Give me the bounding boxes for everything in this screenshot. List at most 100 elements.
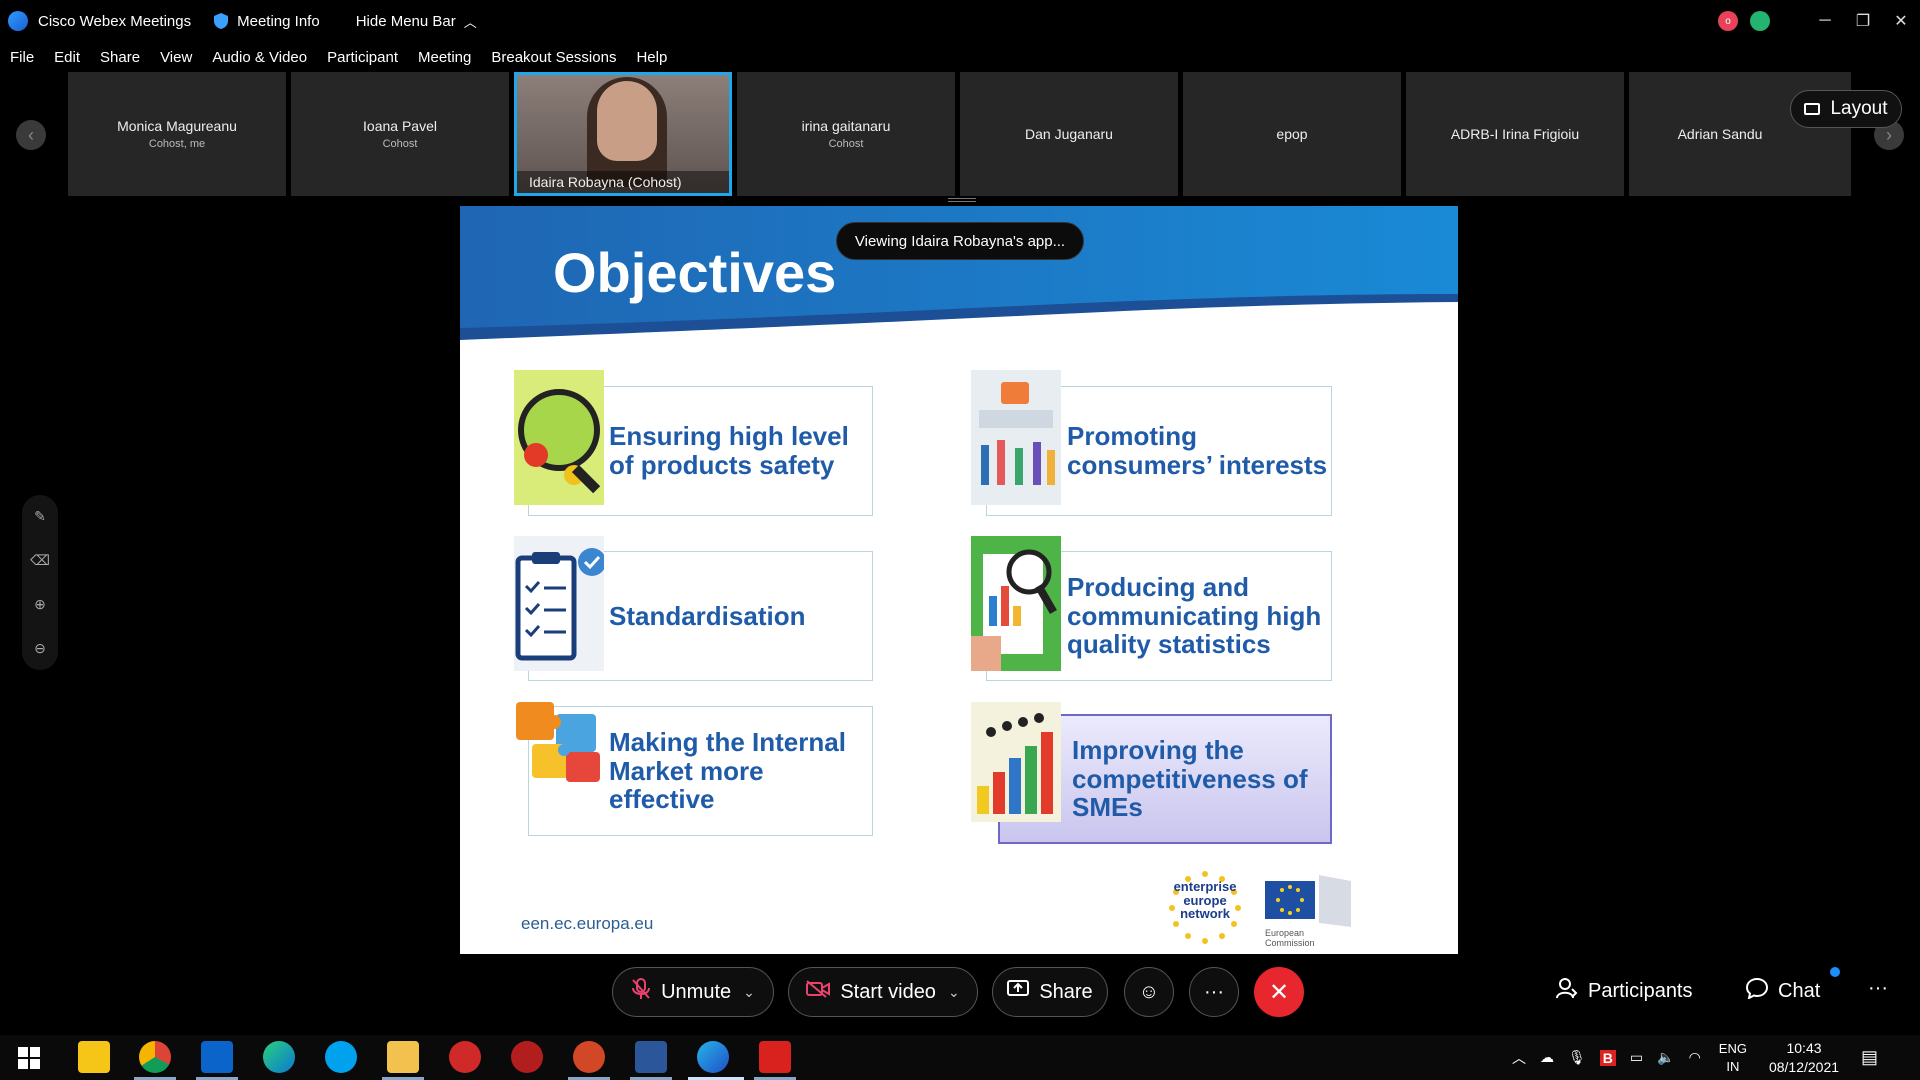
chevron-down-icon[interactable]: ⌄ xyxy=(948,984,960,1001)
participant-tile[interactable]: ADRB-I Irina Frigioiu xyxy=(1406,72,1624,196)
start-video-label: Start video xyxy=(840,980,936,1003)
webex-taskbar-icon[interactable] xyxy=(697,1041,729,1073)
close-icon[interactable]: ✕ xyxy=(1882,0,1920,42)
zoom-out-icon[interactable]: ⊖ xyxy=(34,640,46,657)
restore-icon[interactable]: ❐ xyxy=(1844,0,1882,42)
language-indicator[interactable]: ENG IN xyxy=(1719,1040,1747,1075)
battery-icon[interactable]: ▭ xyxy=(1630,1049,1643,1066)
consumers-shopping-image xyxy=(971,370,1061,505)
resize-handle[interactable] xyxy=(948,198,976,202)
leave-meeting-button[interactable]: ✕ xyxy=(1254,967,1304,1017)
eraser-icon[interactable]: ⌫ xyxy=(30,552,50,569)
region-code: IN xyxy=(1726,1058,1740,1074)
network-health-icon[interactable] xyxy=(1750,11,1770,31)
chevron-down-icon[interactable]: ⌄ xyxy=(743,984,755,1001)
participant-name: Idaira Robayna (Cohost) xyxy=(517,171,729,193)
unmute-label: Unmute xyxy=(661,980,732,1003)
participant-tile[interactable]: irina gaitanaru Cohost xyxy=(737,72,955,196)
more-dots-icon: ··· xyxy=(1868,977,1888,999)
onedrive-cloud-icon[interactable]: ☁ xyxy=(1540,1049,1554,1066)
panel-overflow-button[interactable]: ··· xyxy=(1868,977,1888,1000)
chat-bubble-icon xyxy=(1745,977,1769,1005)
sharing-status-toast: Viewing Idaira Robayna's app... xyxy=(836,222,1084,260)
start-video-button[interactable]: Start video ⌄ xyxy=(788,967,978,1017)
menu-audio-video[interactable]: Audio & Video xyxy=(212,49,307,66)
app-tray-icon[interactable]: B xyxy=(1599,1049,1616,1066)
powerpoint-icon[interactable] xyxy=(573,1041,605,1073)
menu-file[interactable]: File xyxy=(10,49,34,66)
unmute-button[interactable]: Unmute ⌄ xyxy=(612,967,774,1017)
participant-tile[interactable]: Monica Magureanu Cohost, me xyxy=(68,72,286,196)
een-logo: enterprise europe network xyxy=(1160,866,1250,946)
menu-edit[interactable]: Edit xyxy=(54,49,80,66)
word-icon[interactable] xyxy=(635,1041,667,1073)
shield-icon xyxy=(214,13,229,29)
layout-label: Layout xyxy=(1830,98,1888,119)
layout-button[interactable]: Layout xyxy=(1790,90,1902,128)
acrobat-icon[interactable] xyxy=(759,1041,791,1073)
participant-name: irina gaitanaru xyxy=(801,118,891,134)
menu-help[interactable]: Help xyxy=(636,49,667,66)
more-dots-icon: ··· xyxy=(1204,980,1224,1003)
video-feed-face xyxy=(597,81,657,161)
objective-text: Producing and communicating high quality… xyxy=(1067,572,1322,660)
chat-panel-button[interactable]: Chat xyxy=(1745,967,1840,1005)
menu-breakout-sessions[interactable]: Breakout Sessions xyxy=(491,49,616,66)
statistics-magnifier-image xyxy=(971,536,1061,671)
mic-muted-icon xyxy=(631,978,651,1006)
menu-view[interactable]: View xyxy=(160,49,192,66)
participant-tile[interactable]: Ioana Pavel Cohost xyxy=(291,72,509,196)
objective-text: Improving the competitiveness of SMEs xyxy=(1072,735,1308,823)
minimize-icon[interactable]: ─ xyxy=(1806,0,1844,42)
chrome-icon[interactable] xyxy=(139,1041,171,1073)
zoom-in-icon[interactable]: ⊕ xyxy=(34,596,46,613)
security-app-icon[interactable] xyxy=(511,1041,543,1073)
hide-menu-bar-button[interactable]: Hide Menu Bar ︿ xyxy=(356,12,477,31)
notification-center-icon[interactable]: ▤ xyxy=(1861,1047,1878,1068)
app-title: Cisco Webex Meetings xyxy=(8,11,191,31)
menu-participant[interactable]: Participant xyxy=(327,49,398,66)
participants-panel-button[interactable]: Participants xyxy=(1556,977,1693,1005)
eu-flag-icon xyxy=(1265,875,1351,927)
chevron-left-icon[interactable]: ‹ xyxy=(16,120,46,150)
active-speaker-tile[interactable]: Idaira Robayna (Cohost) xyxy=(514,72,732,196)
more-options-button[interactable]: ··· xyxy=(1189,967,1239,1017)
shared-slide: Objectives Ensuring high level of produc… xyxy=(460,206,1458,954)
sticky-notes-icon[interactable] xyxy=(78,1041,110,1073)
speaker-icon[interactable]: 🔈 xyxy=(1657,1049,1674,1066)
menu-share[interactable]: Share xyxy=(100,49,140,66)
edge-icon[interactable] xyxy=(263,1041,295,1073)
participants-icon xyxy=(1556,977,1578,1005)
share-label: Share xyxy=(1039,980,1093,1003)
objective-text: Making the Internal Market more effectiv… xyxy=(609,727,846,815)
annotate-pen-icon[interactable]: ✎ xyxy=(34,508,46,525)
recording-icon[interactable]: o xyxy=(1718,11,1738,31)
clock[interactable]: 10:43 08/12/2021 xyxy=(1769,1039,1839,1077)
app-title-text: Cisco Webex Meetings xyxy=(38,12,192,30)
microphone-icon[interactable]: 🎙 xyxy=(1568,1049,1586,1066)
emoji-reaction-icon: ☺ xyxy=(1138,980,1160,1003)
participant-role: Cohost xyxy=(828,138,864,150)
windows-start-icon[interactable] xyxy=(18,1047,40,1069)
magnifier-fruit-image xyxy=(514,370,604,505)
annotation-toolbar: ✎ ⌫ ⊕ ⊖ xyxy=(22,495,58,670)
file-explorer-icon[interactable] xyxy=(387,1041,419,1073)
objective-text: Ensuring high level of products safety xyxy=(609,421,849,480)
clipboard-checklist-image xyxy=(514,536,604,671)
language-code: ENG xyxy=(1718,1040,1747,1056)
participant-name: Ioana Pavel xyxy=(363,118,437,134)
meeting-controls: Unmute ⌄ Start video ⌄ Share ☺ ··· ✕ Par… xyxy=(0,955,1920,1035)
menu-meeting[interactable]: Meeting xyxy=(418,49,471,66)
participant-tile[interactable]: Dan Juganaru xyxy=(960,72,1178,196)
meeting-info-label: Meeting Info xyxy=(237,12,320,30)
outlook-icon[interactable] xyxy=(201,1041,233,1073)
meeting-info-button[interactable]: Meeting Info xyxy=(213,12,320,30)
wifi-icon[interactable]: ◠ xyxy=(1689,1049,1701,1066)
reactions-button[interactable]: ☺ xyxy=(1124,967,1174,1017)
participant-tile[interactable]: epop xyxy=(1183,72,1401,196)
share-button[interactable]: Share xyxy=(992,967,1108,1017)
windows-taskbar: ︿ ☁ 🎙 B ▭ 🔈 ◠ ENG IN 10:43 08/12/2021 ▤ xyxy=(0,1035,1920,1080)
remote-desktop-icon[interactable] xyxy=(449,1041,481,1073)
chevron-up-icon[interactable]: ︿ xyxy=(1512,1048,1526,1068)
skype-icon[interactable] xyxy=(325,1041,357,1073)
